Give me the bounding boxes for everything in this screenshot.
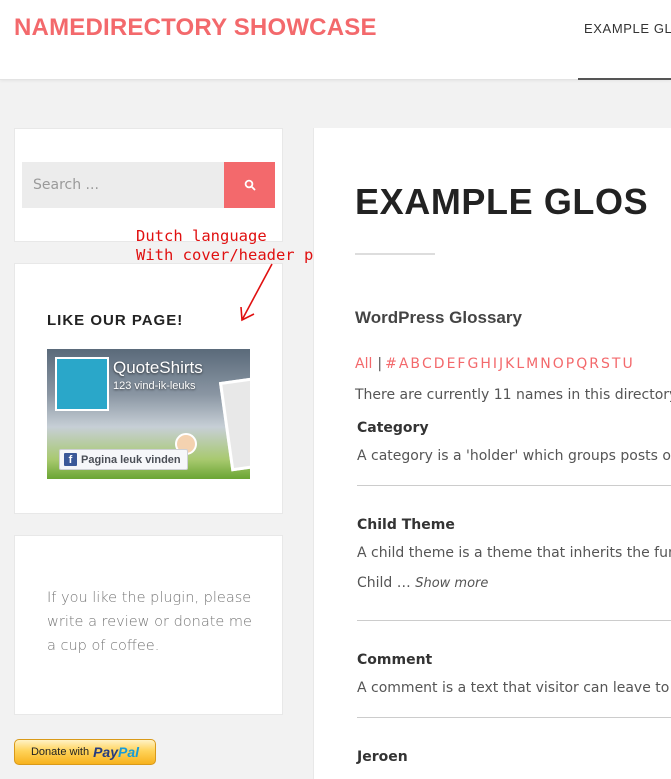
alpha-separator: |: [377, 356, 383, 372]
entry-description: A comment is a text that visitor can lea…: [357, 680, 671, 696]
donate-label: Donate with: [30, 746, 90, 758]
page-name[interactable]: QuoteShirts: [113, 358, 203, 378]
alpha-letters: # A B C D E F G H I J K L M N O P Q R S T U: [385, 356, 635, 372]
alpha-link[interactable]: C: [422, 356, 432, 372]
site-title[interactable]: NAMEDIRECTORY SHOWCASE: [14, 14, 377, 42]
glossary-entry: Child Theme A child theme is a theme tha…: [357, 517, 671, 591]
alpha-link[interactable]: L: [516, 356, 524, 372]
alpha-link[interactable]: #: [385, 356, 397, 372]
paypal-donate-button[interactable]: Donate with PayPal: [14, 739, 156, 765]
annotation-arrow-icon: [240, 263, 273, 322]
alpha-link[interactable]: E: [447, 356, 456, 372]
facebook-page-plugin[interactable]: QuoteShirts 123 vind-ik-leuks f Pagina l…: [47, 349, 250, 479]
entry-name: Comment: [357, 652, 433, 668]
paypal-logo: PayPal: [93, 744, 139, 760]
entry-excerpt-text: Child …: [357, 575, 411, 591]
title-divider: [355, 253, 435, 255]
alpha-link[interactable]: F: [457, 356, 465, 372]
paypal-logo-pay: Pay: [93, 744, 118, 760]
alpha-link[interactable]: O: [553, 356, 564, 372]
entry-name: Child Theme: [357, 517, 455, 533]
facebook-like-button[interactable]: f Pagina leuk vinden: [59, 449, 188, 470]
glossary-entry: Comment A comment is a text that visitor…: [357, 652, 671, 696]
alpha-link-all[interactable]: All: [355, 356, 372, 372]
page-avatar[interactable]: [55, 357, 109, 411]
alpha-link[interactable]: Q: [576, 356, 587, 372]
entry-excerpt: Child … Show more: [357, 575, 671, 591]
entry-divider: [357, 485, 671, 486]
facebook-icon: f: [64, 453, 77, 466]
alpha-link[interactable]: A: [399, 356, 409, 372]
page-likes-count: 123 vind-ik-leuks: [113, 380, 196, 392]
glossary-title: WordPress Glossary: [355, 308, 522, 327]
search-icon: [244, 179, 255, 191]
alpha-link[interactable]: N: [540, 356, 550, 372]
like-button-label: Pagina leuk vinden: [81, 453, 181, 466]
entry-divider: [357, 717, 671, 718]
search-button[interactable]: [224, 162, 275, 208]
alpha-link[interactable]: T: [612, 356, 621, 372]
entry-name: Category: [357, 420, 429, 436]
alpha-link[interactable]: H: [480, 356, 491, 372]
alpha-link[interactable]: I: [493, 356, 497, 372]
alpha-link[interactable]: U: [622, 356, 632, 372]
glossary-entry: Jeroen: [357, 749, 671, 765]
alpha-link[interactable]: J: [499, 356, 503, 372]
alpha-link[interactable]: M: [526, 356, 538, 372]
nav-item-example-glossary[interactable]: EXAMPLE GLO: [578, 0, 671, 80]
page-title: EXAMPLE GLOS: [355, 181, 649, 222]
alpha-link[interactable]: P: [566, 356, 574, 372]
alpha-link[interactable]: D: [434, 356, 445, 372]
entry-description: A child theme is a theme that inherits t…: [357, 545, 671, 561]
entry-divider: [357, 620, 671, 621]
alpha-link[interactable]: B: [410, 356, 420, 372]
alpha-link[interactable]: G: [467, 356, 478, 372]
entry-name: Jeroen: [357, 749, 408, 765]
plugin-review-text: If you like the plugin, please write a r…: [47, 590, 252, 654]
paypal-logo-pal: Pal: [118, 744, 140, 760]
alphabet-navigation: All | # A B C D E F G H I J K L M N O P Q R S T U: [355, 356, 635, 372]
search-widget: [14, 128, 283, 242]
main-content: EXAMPLE GLOS WordPress Glossary All | # A B C…: [313, 128, 671, 779]
site-header: NAMEDIRECTORY SHOWCASE EXAMPLE GLO: [0, 0, 671, 80]
show-more-link[interactable]: Show more: [415, 576, 488, 591]
nav-item-label: EXAMPLE GLO: [584, 21, 671, 36]
search-input[interactable]: [22, 162, 224, 208]
like-widget-title: LIKE OUR PAGE!: [47, 312, 184, 329]
name-count-text: There are currently 11 names in this dir…: [355, 387, 671, 403]
entry-description: A category is a 'holder' which groups po…: [357, 448, 671, 464]
cover-photo: [218, 376, 250, 472]
plugin-text-widget: If you like the plugin, please write a r…: [14, 535, 283, 715]
glossary-entry: Category A category is a 'holder' which …: [357, 420, 671, 464]
alpha-link[interactable]: R: [589, 356, 599, 372]
alpha-link[interactable]: K: [505, 356, 514, 372]
alpha-link[interactable]: S: [601, 356, 610, 372]
